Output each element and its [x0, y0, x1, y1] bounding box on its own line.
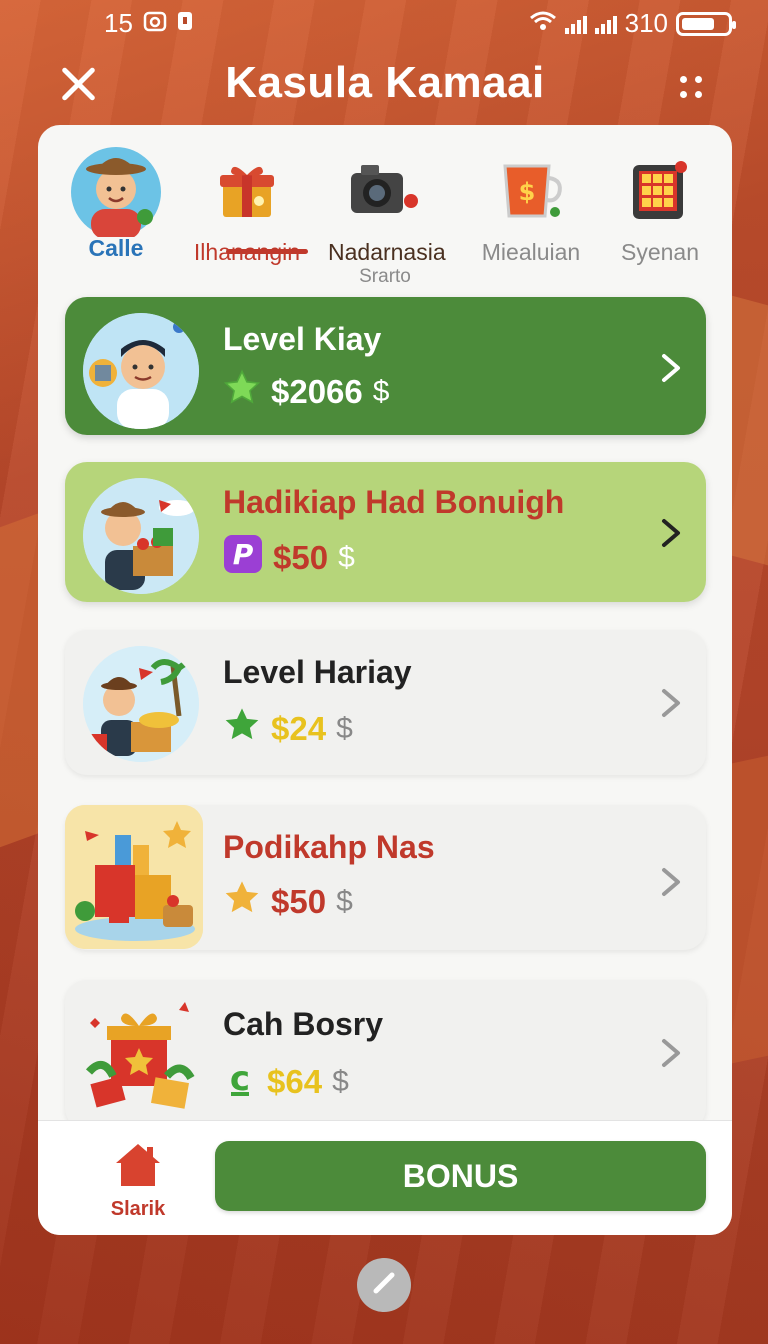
category-tabs: Calle Ilhanangin — [38, 125, 732, 290]
active-tab-indicator — [226, 249, 308, 254]
reward-card-podikahp[interactable]: Podikahp Nas $50 $ — [65, 805, 706, 950]
card-reward: $50 $ — [223, 879, 353, 925]
currency-symbol: $ — [332, 1065, 349, 1098]
card-reward: $2066 $ — [223, 369, 389, 415]
p-app-icon: P — [223, 534, 263, 582]
card-thumbnail — [83, 996, 199, 1112]
gift-icon — [188, 145, 306, 235]
edit-fab-button[interactable] — [357, 1258, 411, 1312]
reward-amount: $50 — [271, 883, 327, 920]
card-reward: P $50 $ — [223, 534, 355, 582]
tab-nadarnasia[interactable]: Nadarnasia Srarto — [328, 145, 446, 288]
tab-label: Nadarnasia — [328, 239, 446, 265]
status-bar: 15 310 — [0, 0, 768, 46]
slot-machine-icon — [613, 145, 707, 235]
tab-label: Calle — [88, 235, 144, 261]
tab-ilhanangin[interactable]: Ilhanangin — [188, 145, 306, 266]
currency-symbol: $ — [338, 541, 355, 574]
star-icon — [223, 706, 261, 752]
card-title: Level Hariay — [223, 654, 412, 690]
camera-icon — [328, 145, 442, 235]
svg-text:P: P — [233, 538, 254, 571]
card-thumbnail — [83, 646, 199, 762]
star-icon — [223, 369, 261, 415]
currency-symbol: $ — [372, 375, 390, 408]
card-thumbnail — [65, 805, 203, 949]
avatar — [68, 147, 164, 237]
main-panel: Calle Ilhanangin — [38, 125, 732, 1235]
tab-syenan[interactable]: Syenan — [613, 145, 707, 266]
alarm-icon — [143, 8, 167, 39]
svg-text:$: $ — [519, 178, 536, 206]
notification-icon — [177, 8, 193, 39]
card-title: Hadikiap Had Bonuigh — [223, 484, 565, 520]
tab-label: Miealuian — [481, 239, 581, 265]
bonus-button[interactable]: BONUS — [215, 1141, 706, 1211]
pencil-icon — [371, 1270, 397, 1301]
tab-miealuian[interactable]: $ Miealuian — [476, 145, 586, 266]
page-title: Kasula Kamaai — [225, 58, 545, 107]
reward-amount: $24 — [271, 710, 327, 747]
reward-card-cah-bosry[interactable]: Cah Bosry c $64 $ — [65, 980, 706, 1130]
home-icon — [98, 1141, 178, 1194]
card-reward: $24 $ — [223, 706, 353, 752]
cash-c-icon: c — [223, 1058, 257, 1106]
card-thumbnail — [83, 478, 199, 594]
currency-symbol: $ — [336, 885, 353, 918]
signal-icon-2 — [594, 14, 617, 34]
tab-calle[interactable]: Calle — [68, 147, 164, 262]
chevron-right-icon — [658, 518, 684, 547]
bottom-bar: Slarik BONUS — [38, 1120, 732, 1235]
tab-sublabel: Srarto — [359, 266, 411, 287]
gold-star-icon — [223, 879, 261, 925]
signal-icon — [564, 14, 587, 34]
tab-label: Syenan — [620, 239, 699, 265]
reward-amount: $64 — [267, 1063, 323, 1100]
card-title: Cah Bosry — [223, 1006, 384, 1042]
wifi-icon — [529, 8, 557, 39]
card-thumbnail — [83, 313, 199, 429]
reward-amount: $50 — [273, 539, 329, 576]
reward-card-level-kiay[interactable]: Level Kiay $2066 $ — [65, 297, 706, 435]
home-nav-button[interactable]: Slarik — [98, 1141, 178, 1221]
card-title: Podikahp Nas — [223, 829, 435, 865]
chevron-right-icon — [658, 353, 684, 382]
card-title: Level Kiay — [223, 321, 382, 357]
reward-amount: $2066 — [271, 373, 363, 410]
reward-card-level-hariay[interactable]: Level Hariay $24 $ — [65, 630, 706, 775]
more-options-button[interactable] — [680, 76, 704, 100]
chevron-right-icon — [658, 867, 684, 896]
currency-symbol: $ — [336, 712, 353, 745]
reward-card-hadikiap[interactable]: Hadikiap Had Bonuigh P $50 $ — [65, 462, 706, 602]
status-time: 15 — [104, 8, 133, 38]
header: Kasula Kamaai — [38, 50, 732, 125]
home-label: Slarik — [110, 1198, 166, 1220]
chevron-right-icon — [658, 688, 684, 717]
battery-icon — [676, 11, 736, 36]
status-signal-text: 310 — [624, 8, 668, 38]
chevron-right-icon — [658, 1038, 684, 1067]
card-reward: c $64 $ — [223, 1058, 349, 1106]
money-mug-icon: $ — [476, 145, 586, 235]
